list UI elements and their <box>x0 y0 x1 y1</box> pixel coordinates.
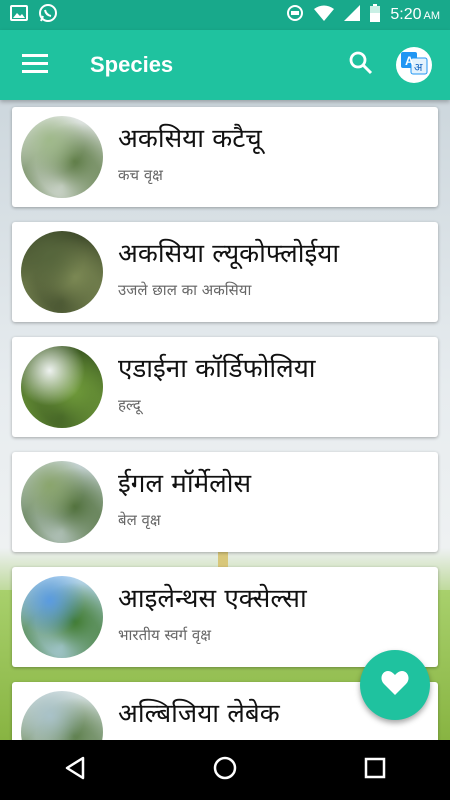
translate-icon: A अ <box>399 48 429 82</box>
home-circle-icon <box>212 755 238 785</box>
app-bar: Species A अ <box>0 30 450 100</box>
species-name: आइलेन्थस एक्सेल्सा <box>118 584 307 614</box>
species-list[interactable]: अकसिया कटैचू कच वृक्ष अकसिया ल्यूकोफ्लोई… <box>0 100 450 740</box>
species-name: अकसिया कटैचू <box>118 124 262 154</box>
heart-icon <box>381 670 409 700</box>
species-thumbnail <box>21 461 103 543</box>
species-common-name: भारतीय स्वर्ग वृक्ष <box>118 626 211 644</box>
favorites-fab[interactable] <box>360 650 430 720</box>
species-name: अकसिया ल्यूकोफ्लोईया <box>118 239 340 269</box>
species-thumbnail <box>21 691 103 740</box>
recents-square-icon <box>364 757 386 783</box>
species-name: एडाईना कॉर्डिफोलिया <box>118 354 316 384</box>
hamburger-menu-icon <box>22 53 48 77</box>
back-button[interactable] <box>45 740 105 800</box>
species-thumbnail <box>21 346 103 428</box>
species-common-name: कच वृक्ष <box>118 166 163 184</box>
status-bar: 5:20 AM <box>0 0 450 30</box>
whatsapp-icon <box>38 3 58 27</box>
battery-icon <box>370 4 381 26</box>
menu-button[interactable] <box>0 30 70 100</box>
species-thumbnail <box>21 576 103 658</box>
species-thumbnail <box>21 116 103 198</box>
species-card[interactable]: ईगल मॉर्मेलोस बेल वृक्ष <box>12 452 438 552</box>
species-common-name: उजले छाल का अकसिया <box>118 281 252 299</box>
wifi-icon <box>314 5 335 25</box>
system-nav-bar <box>0 740 450 800</box>
species-card[interactable]: आइलेन्थस एक्सेल्सा भारतीय स्वर्ग वृक्ष <box>12 567 438 667</box>
species-card[interactable]: अकसिया कटैचू कच वृक्ष <box>12 107 438 207</box>
translate-letter-hindi: अ <box>414 61 423 74</box>
species-common-name: हल्दू <box>118 396 141 414</box>
translate-letter-a: A <box>405 54 414 68</box>
recents-button[interactable] <box>345 740 405 800</box>
species-thumbnail <box>21 231 103 313</box>
search-icon <box>349 51 373 79</box>
species-name: अल्बिजिया लेबेक <box>118 699 280 729</box>
translate-button[interactable]: A अ <box>396 47 432 83</box>
species-card[interactable]: एडाईना कॉर्डिफोलिया हल्दू <box>12 337 438 437</box>
signal-icon <box>344 5 361 25</box>
data-saver-icon <box>286 4 304 26</box>
clock: 5:20 AM <box>390 6 440 23</box>
species-name: ईगल मॉर्मेलोस <box>118 469 252 499</box>
species-card[interactable]: अकसिया ल्यूकोफ्लोईया उजले छाल का अकसिया <box>12 222 438 322</box>
home-button[interactable] <box>195 740 255 800</box>
species-common-name: बेल वृक्ष <box>118 511 161 529</box>
image-icon <box>10 5 28 25</box>
page-title: Species <box>90 52 174 77</box>
search-button[interactable] <box>336 30 386 100</box>
back-triangle-icon <box>64 756 86 784</box>
